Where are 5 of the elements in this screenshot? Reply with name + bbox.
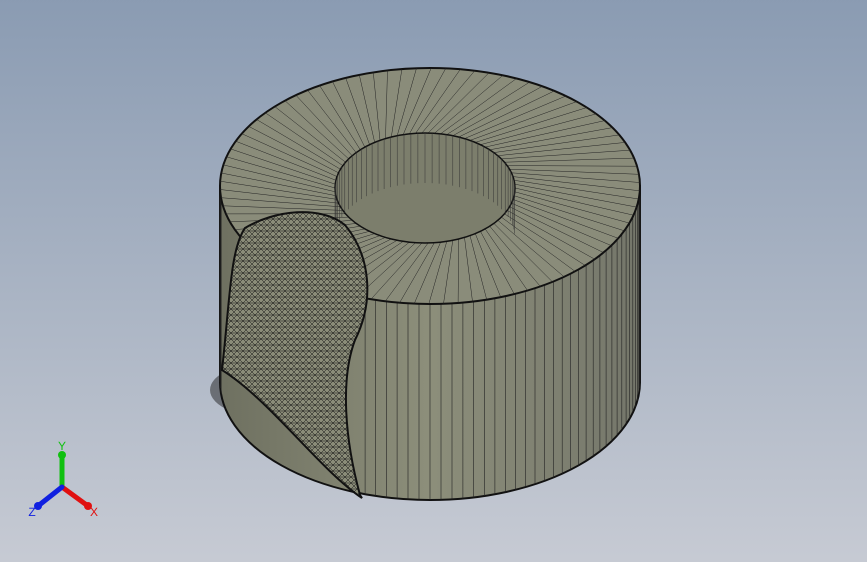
axis-label: X: [90, 505, 98, 519]
axis-label: Y: [58, 439, 66, 453]
x-axis-arrow-icon: [60, 484, 92, 510]
axis-label: Z: [28, 505, 36, 519]
z-axis-arrow-icon: [34, 484, 64, 510]
